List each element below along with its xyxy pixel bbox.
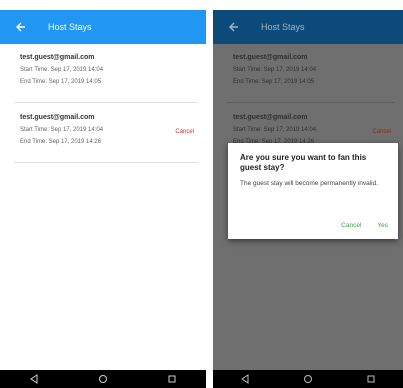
cancel-stay-button[interactable]: Cancel — [175, 129, 194, 135]
list-item[interactable]: test.guest@gmail.com Start Time: Sep 17,… — [233, 54, 393, 85]
dialog-actions: Cancel Yes — [341, 222, 388, 229]
left-screen: Host Stays test.guest@gmail.com Start Ti… — [0, 0, 206, 388]
confirm-dialog: Are you sure you want to fan this guest … — [228, 143, 398, 239]
nav-back-icon[interactable] — [238, 372, 252, 386]
right-screen: Host Stays test.guest@gmail.com Start Ti… — [213, 0, 403, 388]
app-bar-title: Host Stays — [261, 22, 305, 32]
nav-back-icon[interactable] — [27, 372, 41, 386]
list-item[interactable]: test.guest@gmail.com Start Time: Sep 17,… — [233, 114, 393, 145]
system-nav-bar — [0, 370, 206, 388]
guest-email: test.guest@gmail.com — [20, 54, 95, 61]
list-item[interactable]: test.guest@gmail.com Start Time: Sep 17,… — [20, 54, 196, 85]
back-arrow-icon[interactable] — [223, 16, 245, 38]
end-time: End Time: Sep 17, 2019 14:26 — [20, 139, 102, 145]
dialog-title: Are you sure you want to fan this guest … — [240, 153, 367, 172]
dialog-message: The guest stay will become permanently i… — [240, 180, 379, 187]
list-item[interactable]: test.guest@gmail.com Start Time: Sep 17,… — [20, 114, 196, 145]
dialog-confirm-button[interactable]: Yes — [377, 222, 388, 229]
app-bar: Host Stays — [213, 10, 403, 44]
cancel-stay-button[interactable]: Cancel — [372, 129, 391, 135]
app-bar: Host Stays — [0, 10, 206, 44]
app-bar-title: Host Stays — [48, 22, 92, 32]
end-time: End Time: Sep 17, 2019 14:05 — [20, 79, 102, 85]
list-divider — [227, 102, 395, 103]
back-arrow-icon[interactable] — [10, 16, 32, 38]
guest-email: test.guest@gmail.com — [20, 114, 95, 121]
start-time: Start Time: Sep 17, 2019 14:04 — [233, 67, 317, 73]
guest-email: test.guest@gmail.com — [233, 114, 308, 121]
status-bar — [213, 0, 403, 10]
start-time: Start Time: Sep 17, 2019 14:04 — [20, 67, 104, 73]
list-divider — [14, 162, 198, 163]
nav-home-icon[interactable] — [301, 372, 315, 386]
start-time: Start Time: Sep 17, 2019 14:04 — [233, 127, 317, 133]
stay-list: test.guest@gmail.com Start Time: Sep 17,… — [0, 44, 206, 370]
dialog-cancel-button[interactable]: Cancel — [341, 222, 361, 229]
guest-email: test.guest@gmail.com — [233, 54, 308, 61]
nav-recents-icon[interactable] — [165, 372, 179, 386]
nav-home-icon[interactable] — [96, 372, 110, 386]
system-nav-bar — [213, 370, 403, 388]
list-divider — [14, 102, 198, 103]
end-time: End Time: Sep 17, 2019 14:05 — [233, 79, 315, 85]
start-time: Start Time: Sep 17, 2019 14:04 — [20, 127, 104, 133]
nav-recents-icon[interactable] — [364, 372, 378, 386]
screen-separator — [206, 0, 213, 388]
status-bar — [0, 0, 206, 10]
